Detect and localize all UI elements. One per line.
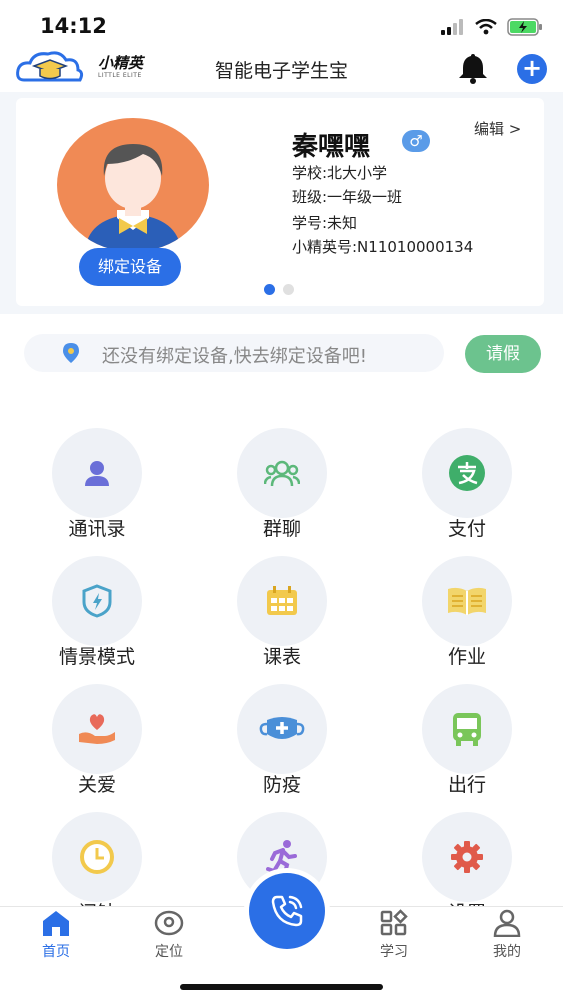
notice-text: 还没有绑定设备,快去绑定设备吧! — [102, 346, 367, 367]
profile-card[interactable]: 绑定设备 秦嘿嘿 ♂ 编辑 > 学校:北大小学 班级:一年级一班 学号:未知 小… — [16, 98, 544, 306]
location-icon — [154, 910, 184, 936]
carousel-dot-active[interactable] — [264, 284, 275, 295]
grid-label: 防疫 — [262, 774, 301, 796]
carousel-dot[interactable] — [283, 284, 294, 295]
tab-label: 我的 — [493, 944, 521, 960]
grid-item-care[interactable]: 关爱 — [26, 684, 166, 814]
tab-label: 学习 — [380, 944, 408, 960]
status-icons — [441, 18, 543, 36]
student-name: 秦嘿嘿 — [292, 132, 371, 162]
call-button[interactable] — [249, 873, 325, 949]
grid-item-epidemic[interactable]: 防疫 — [211, 684, 351, 814]
group-chat-icon — [237, 428, 327, 518]
elite-id-info: 小精英号:N11010000134 — [292, 238, 474, 256]
grid-label: 支付 — [447, 518, 486, 540]
notification-bell-icon[interactable] — [456, 52, 490, 88]
home-icon — [43, 911, 69, 936]
leave-request-button[interactable]: 请假 — [465, 335, 541, 373]
contacts-icon — [52, 428, 142, 518]
bus-icon — [422, 684, 512, 774]
alipay-icon — [422, 428, 512, 518]
mask-icon — [237, 684, 327, 774]
clock-icon — [52, 812, 142, 902]
grid-label: 情景模式 — [58, 646, 135, 668]
grid-label: 出行 — [447, 774, 486, 796]
school-info: 学校:北大小学 — [292, 164, 388, 182]
bind-device-button[interactable]: 绑定设备 — [79, 248, 181, 286]
child-avatar — [57, 118, 209, 252]
grid-label: 通讯录 — [68, 518, 126, 540]
battery-icon — [507, 18, 542, 36]
care-icon — [52, 684, 142, 774]
grid-label: 课表 — [262, 646, 301, 668]
scene-mode-icon — [52, 556, 142, 646]
class-info: 班级:一年级一班 — [292, 188, 403, 206]
wifi-icon — [475, 19, 497, 35]
device-notice-bar[interactable]: 还没有绑定设备,快去绑定设备吧! — [24, 334, 444, 372]
profile-carousel: 绑定设备 秦嘿嘿 ♂ 编辑 > 学校:北大小学 班级:一年级一班 学号:未知 小… — [0, 92, 563, 314]
grid-item-travel[interactable]: 出行 — [396, 684, 536, 814]
homework-icon — [422, 556, 512, 646]
status-bar: 14:12 — [0, 0, 563, 50]
grid-item-group-chat[interactable]: 群聊 — [211, 428, 351, 558]
signal-icon — [441, 19, 463, 35]
grid-item-timetable[interactable]: 课表 — [211, 556, 351, 686]
status-time: 14:12 — [40, 14, 107, 38]
study-icon — [380, 909, 408, 936]
male-icon: ♂ — [402, 130, 430, 152]
home-indicator — [180, 984, 383, 990]
grid-label: 关爱 — [77, 774, 116, 796]
grid-item-homework[interactable]: 作业 — [396, 556, 536, 686]
carousel-dots — [264, 284, 294, 295]
tab-location[interactable]: 定位 — [129, 909, 209, 961]
profile-icon — [493, 909, 521, 938]
tab-study[interactable]: 学习 — [354, 909, 434, 961]
tab-label: 定位 — [155, 944, 183, 960]
settings-icon — [422, 812, 512, 902]
add-button[interactable]: + — [517, 54, 547, 84]
grid-item-payment[interactable]: 支付 — [396, 428, 536, 558]
student-id-info: 学号:未知 — [292, 214, 358, 232]
phone-call-icon — [271, 895, 303, 927]
tab-mine[interactable]: 我的 — [467, 909, 547, 961]
grid-label: 作业 — [447, 646, 486, 668]
tab-home[interactable]: 首页 — [16, 909, 96, 961]
grid-item-contacts[interactable]: 通讯录 — [26, 428, 166, 558]
tab-label: 首页 — [42, 944, 70, 960]
app-header: 小精英 LITTLE ELITE 智能电子学生宝 + — [0, 46, 563, 90]
location-pin-icon — [63, 343, 79, 363]
grid-item-scene-mode[interactable]: 情景模式 — [26, 556, 166, 686]
edit-profile-link[interactable]: 编辑 > — [474, 118, 521, 139]
grid-label: 群聊 — [262, 518, 301, 540]
timetable-icon — [237, 556, 327, 646]
